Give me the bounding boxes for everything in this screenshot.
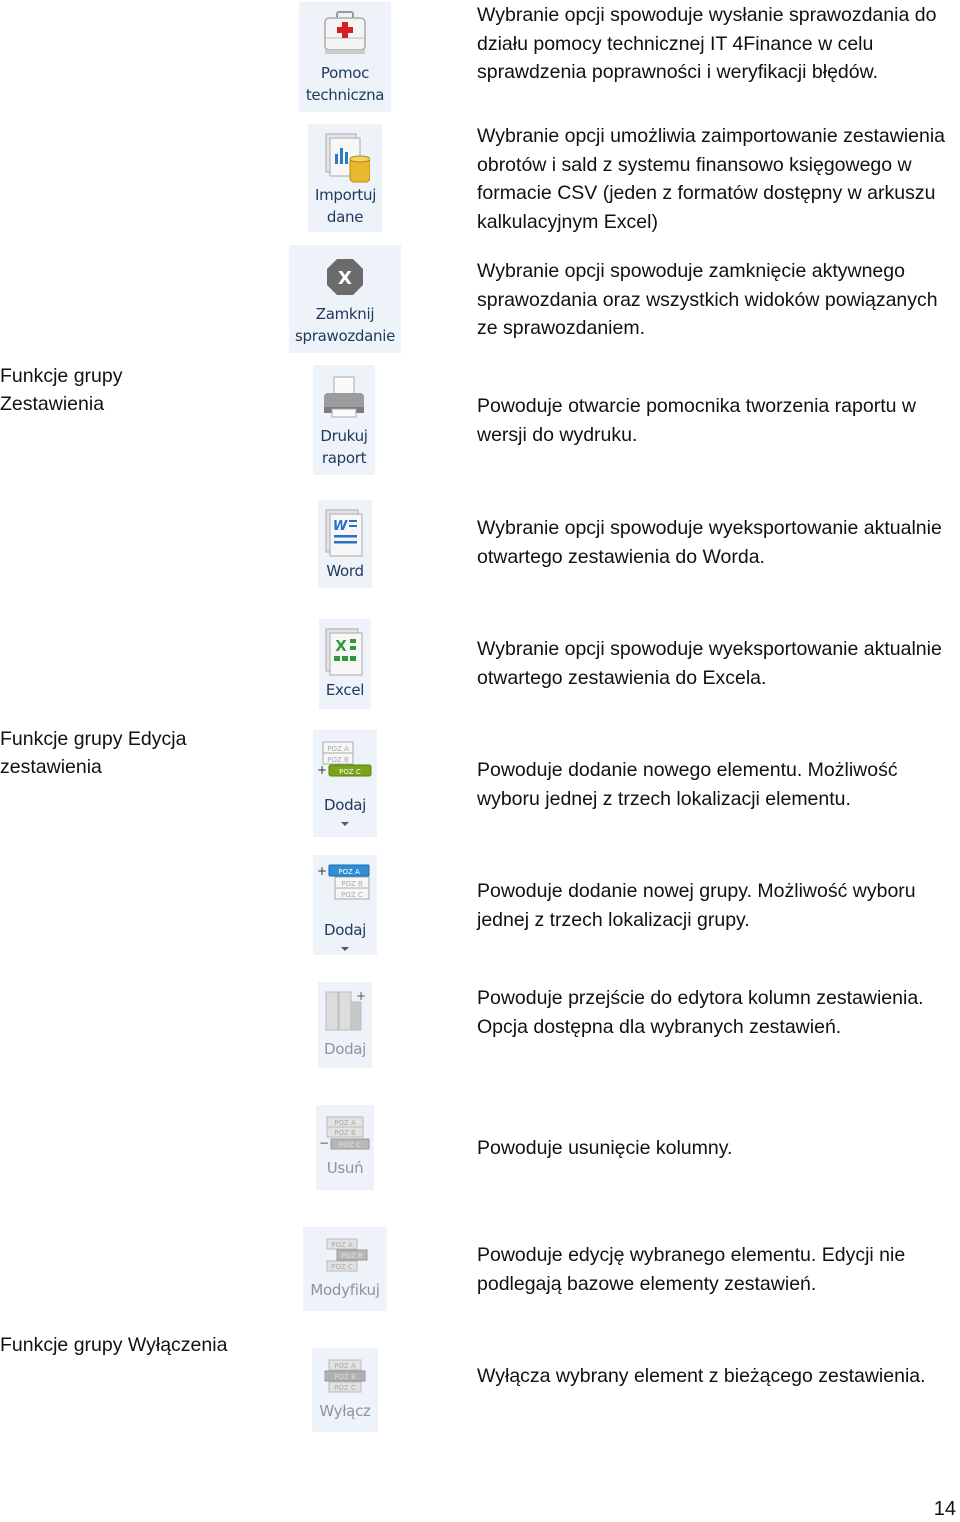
svg-text:POZ C: POZ C <box>331 1263 353 1271</box>
svg-text:POZ C: POZ C <box>339 1141 361 1149</box>
remove-column-button[interactable]: POZ A POZ B − POZ C Usuń <box>316 1105 374 1190</box>
printer-icon <box>324 376 364 418</box>
svg-text:X: X <box>335 637 347 655</box>
export-excel-description: Wybranie opcji spowoduje wyeksportowanie… <box>477 638 942 689</box>
add-group-description: Powoduje dodanie nowej grupy. Możliwość … <box>477 880 916 931</box>
svg-text:POZ B: POZ B <box>334 1373 356 1381</box>
dropdown-arrow-icon[interactable] <box>341 822 349 826</box>
disable-element-description: Wyłącza wybrany element z bieżącego zest… <box>477 1365 926 1387</box>
add-column-description: Powoduje przejście do edytora kolumn zes… <box>477 987 924 1038</box>
export-word-button[interactable]: W Word <box>318 500 372 588</box>
add-element-button[interactable]: POZ A POZ B + POZ C Dodaj <box>313 730 377 837</box>
add-element-description: Powoduje dodanie nowego elementu. Możliw… <box>477 759 898 810</box>
disable-element-button[interactable]: POZ A POZ B POZ C Wyłącz <box>312 1348 378 1432</box>
group-label-edycja: Funkcje grupy Edycja zestawienia <box>0 728 187 778</box>
svg-text:+: + <box>317 763 327 777</box>
modify-element-icon: POZ A POZ B POZ C <box>326 1238 368 1272</box>
page-number: 14 <box>933 1498 956 1520</box>
close-report-label: Zamknij sprawozdanie <box>294 305 396 345</box>
svg-text:X: X <box>338 268 352 289</box>
import-description: Wybranie opcji umożliwia zaimportowanie … <box>477 125 946 233</box>
export-word-description: Wybranie opcji spowoduje wyeksportowanie… <box>477 517 942 568</box>
svg-text:POZ B: POZ B <box>341 880 363 888</box>
remove-column-description: Powoduje usunięcie kolumny. <box>477 1137 733 1159</box>
export-word-label: Word <box>326 562 364 580</box>
remove-column-label: Usuń <box>326 1159 364 1177</box>
group-label-zestawienia: Funkcje grupy Zestawienia <box>0 365 123 415</box>
add-column-button[interactable]: + Dodaj <box>318 982 372 1068</box>
svg-text:POZ A: POZ A <box>334 1119 356 1127</box>
remove-column-icon: POZ A POZ B − POZ C <box>319 1116 370 1150</box>
word-export-icon: W <box>325 509 363 557</box>
import-data-icon <box>325 133 370 183</box>
svg-text:POZ C: POZ C <box>341 891 363 899</box>
export-excel-button[interactable]: X Excel <box>319 619 371 709</box>
add-group-icon: + POZ A POZ B POZ C <box>317 864 370 900</box>
add-column-label: Dodaj <box>323 1040 367 1058</box>
print-report-button[interactable]: Drukuj raport <box>313 365 375 475</box>
add-element-icon: POZ A POZ B + POZ C <box>317 741 372 777</box>
first-aid-kit-icon <box>324 11 366 54</box>
svg-text:POZ A: POZ A <box>334 1362 356 1370</box>
add-group-button[interactable]: + POZ A POZ B POZ C Dodaj <box>313 855 377 955</box>
close-report-button[interactable]: X Zamknij sprawozdanie <box>289 245 401 353</box>
export-excel-label: Excel <box>325 681 365 699</box>
add-group-label: Dodaj <box>323 921 367 939</box>
dropdown-arrow-icon[interactable] <box>341 947 349 951</box>
group-label-wylaczenia: Funkcje grupy Wyłączenia <box>0 1334 228 1356</box>
svg-text:POZ C: POZ C <box>339 768 361 776</box>
import-data-label: Importuj dane <box>315 186 377 226</box>
print-report-description: Powoduje otwarcie pomocnika tworzenia ra… <box>477 395 916 446</box>
close-report-description: Wybranie opcji spowoduje zamknięcie akty… <box>477 260 938 339</box>
disable-element-icon: POZ A POZ B POZ C <box>324 1359 366 1393</box>
svg-text:POZ B: POZ B <box>327 756 349 764</box>
modify-element-label: Modyfikuj <box>310 1281 380 1299</box>
close-report-icon: X <box>327 259 363 295</box>
help-description: Wybranie opcji spowoduje wysłanie sprawo… <box>477 4 937 83</box>
modify-element-button[interactable]: POZ A POZ B POZ C Modyfikuj <box>303 1227 387 1311</box>
excel-export-icon: X <box>325 628 363 676</box>
modify-element-description: Powoduje edycję wybranego elementu. Edyc… <box>477 1244 906 1295</box>
svg-text:+: + <box>317 864 327 878</box>
print-report-label: Drukuj raport <box>320 427 368 467</box>
svg-text:POZ B: POZ B <box>341 1252 363 1260</box>
svg-text:W: W <box>333 519 348 534</box>
svg-text:+: + <box>356 989 366 1003</box>
add-element-label: Dodaj <box>323 796 367 814</box>
svg-text:POZ A: POZ A <box>331 1241 353 1249</box>
disable-element-label: Wyłącz <box>319 1402 371 1420</box>
svg-text:POZ B: POZ B <box>334 1129 356 1137</box>
add-column-icon: + <box>325 989 366 1031</box>
svg-text:POZ C: POZ C <box>334 1384 356 1392</box>
svg-text:−: − <box>319 1136 329 1150</box>
help-button-label: Pomoc techniczna <box>305 64 385 104</box>
svg-text:POZ A: POZ A <box>338 868 360 876</box>
help-button[interactable]: Pomoc techniczna <box>299 2 391 112</box>
import-data-button[interactable]: Importuj dane <box>308 124 382 232</box>
svg-text:POZ A: POZ A <box>327 745 349 753</box>
